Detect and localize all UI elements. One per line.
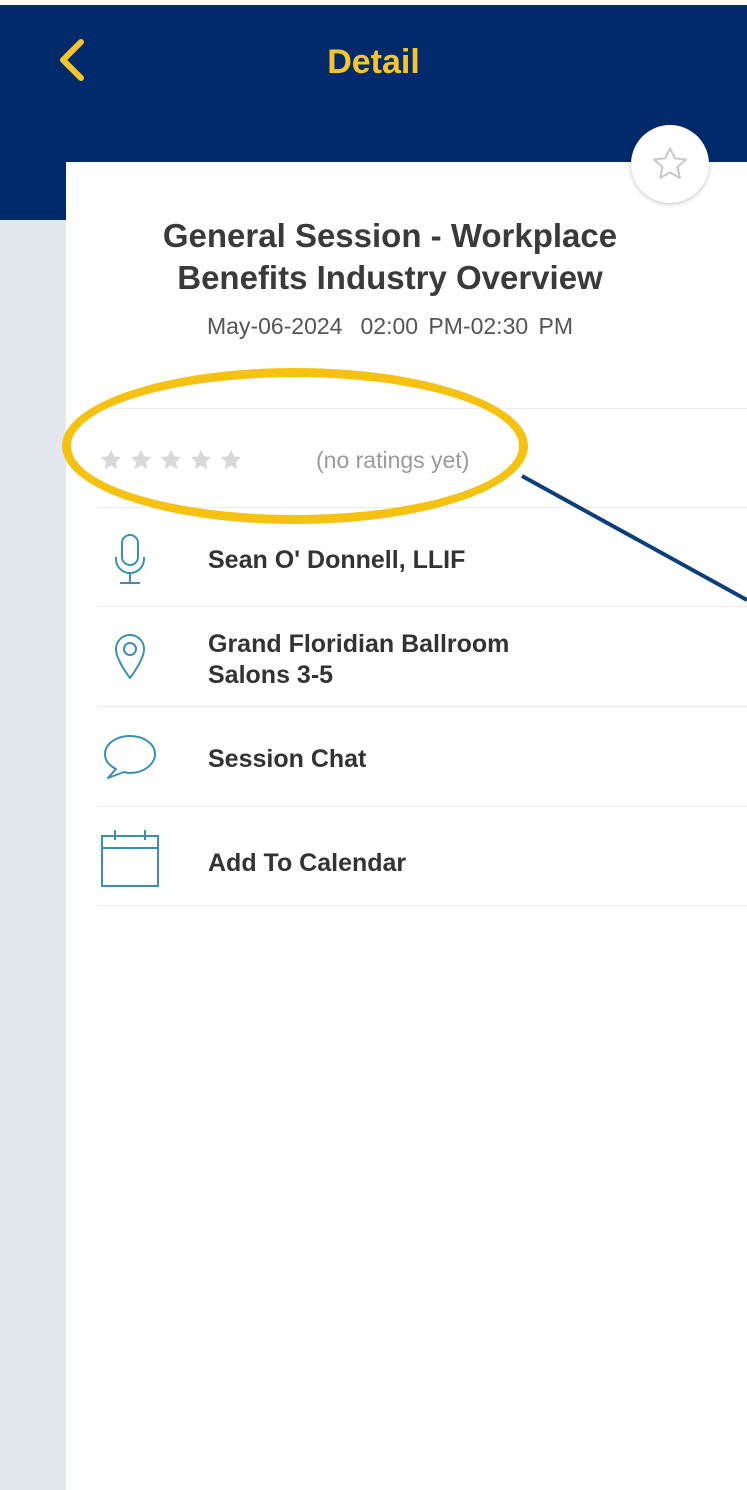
speaker-name: Sean O' Donnell, LLIF [208, 546, 466, 574]
location-line-2: Salons 3-5 [208, 661, 334, 689]
map-pin-icon [98, 632, 162, 680]
favorite-button[interactable] [631, 125, 709, 203]
speaker-row[interactable]: Sean O' Donnell, LLIF [98, 507, 747, 606]
rating-stars[interactable] [98, 447, 244, 473]
star-icon[interactable] [218, 447, 244, 473]
add-to-calendar-label: Add To Calendar [208, 849, 407, 877]
add-to-calendar-row[interactable]: Add To Calendar [98, 806, 747, 905]
session-date: May-06-2024 [206, 313, 343, 339]
calendar-icon [98, 828, 162, 888]
star-outline-icon [653, 147, 687, 179]
microphone-icon [98, 533, 162, 585]
session-datetime: May-06-2024 02:00 PM-02:30 PM [100, 313, 680, 340]
star-icon[interactable] [188, 447, 214, 473]
chat-bubble-icon [98, 732, 162, 780]
location-line-1: Grand Floridian Ballroom [208, 630, 510, 658]
session-time-range: 02:00 PM-02:30 PM [360, 313, 574, 339]
page-title: Detail [327, 43, 420, 81]
session-title-line-2: Benefits Industry Overview [177, 259, 603, 296]
session-title-line-1: General Session - Workplace [162, 217, 618, 254]
star-icon[interactable] [128, 447, 154, 473]
star-icon[interactable] [98, 447, 124, 473]
location-name: Grand Floridian Ballroom Salons 3-5 [208, 629, 509, 691]
rating-row[interactable]: (no ratings yet) [98, 409, 747, 507]
divider [98, 905, 747, 906]
session-chat-label: Session Chat [208, 745, 367, 773]
star-icon[interactable] [158, 447, 184, 473]
session-title: General Session - Workplace Benefits Ind… [100, 215, 680, 299]
rating-status-text: (no ratings yet) [316, 447, 470, 473]
location-row[interactable]: Grand Floridian Ballroom Salons 3-5 [98, 606, 747, 706]
session-chat-row[interactable]: Session Chat [98, 706, 747, 806]
